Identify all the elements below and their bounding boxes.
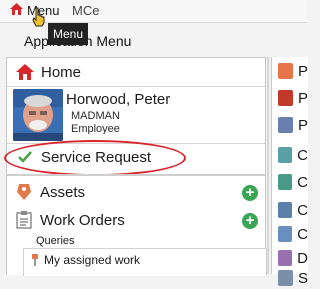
assets-item[interactable]: Assets — [7, 180, 265, 204]
hand-cursor-icon — [32, 7, 46, 32]
add-asset-button[interactable]: + — [242, 185, 258, 201]
top-toolbar: Menu MCe — [0, 0, 307, 23]
work-orders-label: Work Orders — [40, 211, 125, 229]
assets-label: Assets — [40, 183, 86, 201]
org-chart-icon — [278, 117, 293, 133]
right-item-3[interactable]: P — [272, 114, 308, 136]
pin-icon — [31, 254, 39, 266]
right-menu-panel: P P P C C C C D S — [271, 57, 308, 287]
right-item-label: P — [297, 62, 308, 80]
work-orders-item[interactable]: Work Orders — [7, 208, 265, 232]
queries-list: My assigned work — [23, 248, 267, 276]
right-item-label: D — [297, 249, 308, 267]
right-item-label: C — [297, 146, 308, 164]
right-item-label: P — [297, 116, 308, 134]
settings-icon — [278, 270, 293, 286]
profile-name: Horwood, Peter — [66, 91, 171, 108]
assets-icon — [16, 183, 32, 201]
divider — [7, 174, 265, 176]
query-item-my-assigned-work[interactable]: My assigned work — [31, 253, 140, 267]
add-work-order-button[interactable]: + — [242, 213, 258, 229]
home-icon — [15, 63, 35, 81]
right-item-4[interactable]: C — [272, 144, 308, 166]
document-icon — [278, 147, 293, 163]
right-item-9[interactable]: S — [272, 267, 308, 289]
profile-role: Employee — [71, 123, 120, 134]
right-item-1[interactable]: P — [272, 60, 308, 82]
contacts-icon — [278, 174, 293, 190]
clipboard-icon — [16, 211, 32, 229]
right-item-label: C — [297, 201, 308, 219]
right-item-label: C — [297, 225, 308, 243]
right-item-2[interactable]: P — [272, 87, 308, 109]
right-item-label: C — [297, 173, 308, 191]
home-label: Home — [41, 63, 82, 81]
cart-icon — [278, 90, 293, 106]
panel-divider — [267, 57, 269, 274]
right-item-label: P — [297, 89, 308, 107]
right-item-5[interactable]: C — [272, 171, 308, 193]
people-icon — [278, 202, 293, 218]
boxes-icon — [278, 250, 293, 266]
left-menu-panel: Home Horwood, Peter MADMAN Employee Serv… — [4, 57, 267, 276]
avatar — [13, 89, 63, 141]
queries-heading: Queries — [36, 235, 75, 247]
right-item-6[interactable]: C — [272, 199, 308, 221]
right-item-7[interactable]: C — [272, 223, 308, 245]
profile-username: MADMAN — [71, 110, 120, 122]
right-item-label: S — [297, 269, 308, 287]
chart-icon — [278, 226, 293, 242]
folder-icon — [278, 63, 293, 79]
app-short-name: MCe — [72, 3, 100, 18]
home-icon — [9, 2, 24, 19]
highlight-oval — [4, 140, 186, 176]
home-item[interactable]: Home — [7, 58, 265, 86]
right-item-8[interactable]: D — [272, 247, 308, 269]
menu-tooltip: Menu — [48, 23, 88, 45]
query-item-label: My assigned work — [44, 253, 141, 267]
